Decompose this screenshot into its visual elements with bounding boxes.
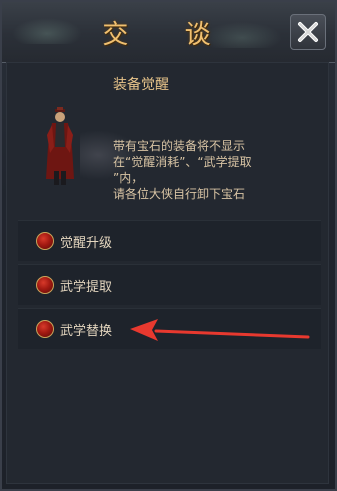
description-line: ”内， bbox=[113, 171, 144, 185]
description-text: 带有宝石的装备将不显示 在“觉醒消耗”、“武学提取 ”内， 请各位大侠自行卸下宝… bbox=[113, 138, 313, 202]
dialog-title: 交 谈 bbox=[102, 20, 235, 50]
red-orb-icon bbox=[36, 276, 54, 294]
close-button[interactable] bbox=[290, 14, 326, 50]
description-line: 带有宝石的装备将不显示 bbox=[113, 139, 246, 153]
red-arrow-icon bbox=[130, 319, 310, 341]
description-line: 在“觉醒消耗”、“武学提取 bbox=[113, 155, 252, 169]
red-orb-icon bbox=[36, 320, 54, 338]
title-bar: 交 谈 bbox=[2, 2, 335, 63]
npc-portrait bbox=[46, 107, 74, 185]
option-label: 武学提取 bbox=[60, 279, 113, 295]
close-x-icon bbox=[298, 22, 318, 42]
header-title: 装备觉醒 bbox=[113, 77, 169, 93]
red-orb-icon bbox=[36, 232, 54, 250]
option-label: 觉醒升级 bbox=[60, 235, 113, 251]
option-skill-extract[interactable]: 武学提取 bbox=[18, 264, 321, 305]
description-line: 请各位大侠自行卸下宝石 bbox=[113, 187, 246, 201]
option-label: 武学替换 bbox=[60, 323, 113, 339]
option-awaken-upgrade[interactable]: 觉醒升级 bbox=[18, 220, 321, 261]
